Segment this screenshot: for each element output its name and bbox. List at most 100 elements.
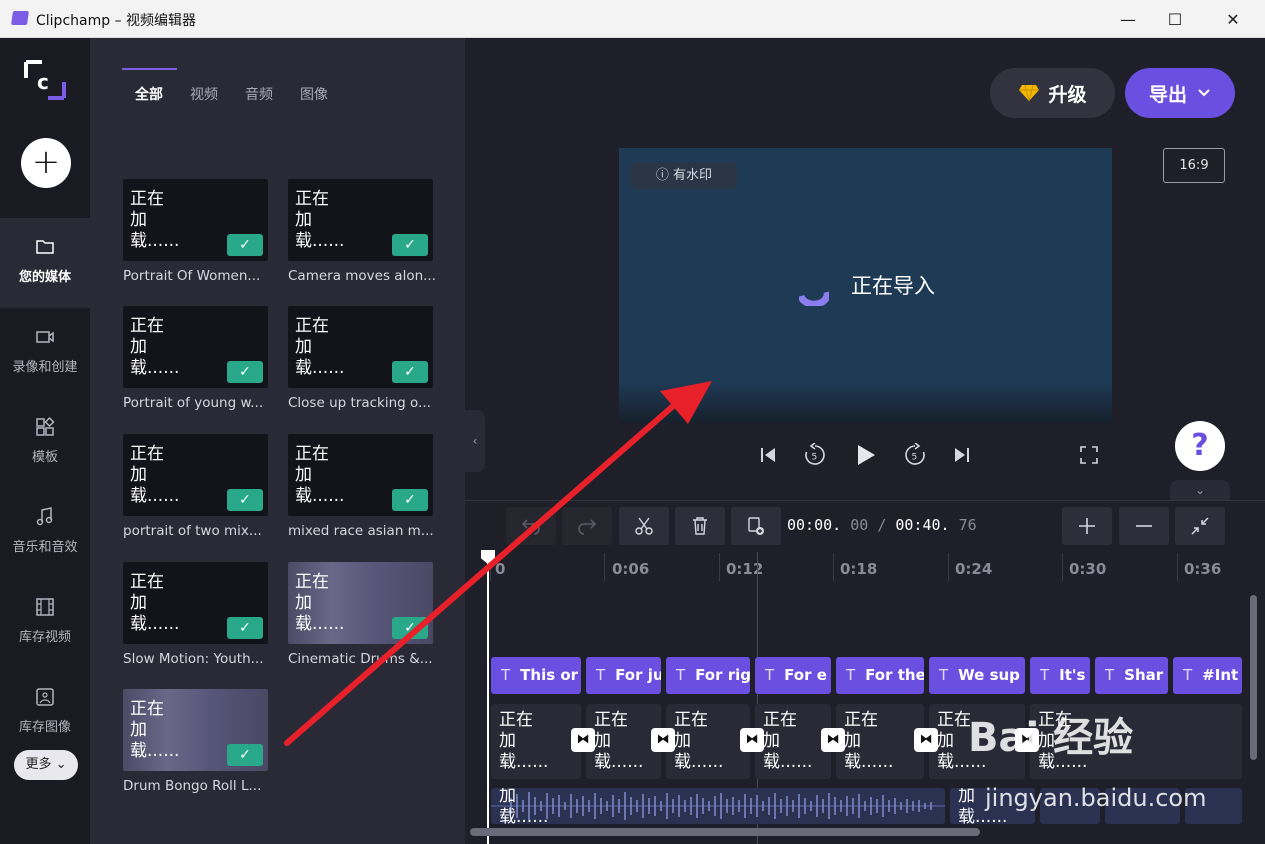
- media-thumbnail[interactable]: 正在 加 载...... ✓: [288, 179, 433, 261]
- rail-item-music[interactable]: 音乐和音效: [0, 488, 90, 578]
- delete-button[interactable]: [675, 507, 725, 545]
- svg-text:5: 5: [812, 453, 818, 463]
- tab-audio[interactable]: 音频: [245, 84, 273, 104]
- loading-text: 正在 加 载......: [130, 444, 180, 506]
- rail-item-stock-images[interactable]: 库存图像: [0, 668, 90, 758]
- timeline-horizontal-scrollbar[interactable]: [470, 828, 980, 836]
- play-button[interactable]: [851, 440, 881, 470]
- text-clip[interactable]: T For rig: [666, 657, 750, 694]
- tab-all[interactable]: 全部: [135, 84, 163, 104]
- text-clip-label: We sup: [958, 666, 1020, 684]
- waveform-icon: [491, 792, 945, 820]
- zoom-out-button[interactable]: [1119, 507, 1169, 545]
- forward-5-button[interactable]: 5: [900, 440, 930, 470]
- added-check-icon: ✓: [227, 361, 263, 383]
- undo-button[interactable]: [506, 507, 556, 545]
- collapse-preview-chevron-icon[interactable]: ⌄: [1170, 480, 1230, 500]
- media-thumbnail[interactable]: 正在 加 载...... ✓: [288, 306, 433, 388]
- rail-item-record-create[interactable]: 录像和创建: [0, 308, 90, 398]
- more-button[interactable]: 更多 ⌄: [14, 750, 78, 780]
- media-thumbnail[interactable]: 正在 加 载...... ✓: [123, 689, 268, 771]
- template-icon: [36, 416, 55, 436]
- rail-item-label: 录像和创建: [12, 360, 78, 375]
- ruler-tick: [719, 553, 720, 581]
- media-thumbnail[interactable]: 正在 加 载...... ✓: [123, 562, 268, 644]
- duplicate-button[interactable]: [731, 507, 781, 545]
- fullscreen-icon: [1080, 446, 1098, 464]
- rail-item-templates[interactable]: 模板: [0, 398, 90, 488]
- help-button[interactable]: ?: [1175, 421, 1225, 471]
- minimize-button[interactable]: —: [1105, 0, 1151, 38]
- maximize-button[interactable]: ☐: [1152, 0, 1198, 38]
- fullscreen-button[interactable]: [1074, 440, 1104, 470]
- chevron-down-icon: [1198, 89, 1210, 97]
- transition-icon[interactable]: ⧓: [821, 728, 845, 752]
- close-button[interactable]: ✕: [1210, 0, 1256, 38]
- added-check-icon: ✓: [227, 489, 263, 511]
- video-clip[interactable]: 正在 加 载......: [586, 704, 661, 779]
- transition-icon[interactable]: ⧓: [740, 728, 764, 752]
- video-preview[interactable]: ⓘ 有水印 正在导入: [619, 148, 1112, 423]
- transition-icon[interactable]: ⧓: [914, 728, 938, 752]
- video-clip[interactable]: 正在 加 载......: [836, 704, 924, 779]
- text-clip-label: It's: [1059, 666, 1086, 684]
- rail-item-label: 音乐和音效: [12, 540, 78, 555]
- video-clip[interactable]: 正在 加 载......: [755, 704, 831, 779]
- media-thumbnail[interactable]: 正在 加 载...... ✓: [123, 434, 268, 516]
- loading-text: 正在 加 载......: [295, 189, 345, 251]
- total-time: 00:40.: [895, 516, 950, 534]
- redo-button[interactable]: [562, 507, 612, 545]
- trash-icon: [693, 517, 707, 535]
- text-clip-label: For the: [865, 666, 924, 684]
- tab-images[interactable]: 图像: [300, 84, 328, 104]
- time-display: 00:00. 00 / 00:40. 76: [787, 516, 977, 534]
- fit-timeline-button[interactable]: [1175, 507, 1225, 545]
- media-label: Portrait of young w...: [123, 395, 264, 411]
- media-thumbnail[interactable]: 正在 加 载...... ✓: [288, 434, 433, 516]
- skip-to-end-button[interactable]: [947, 440, 977, 470]
- svg-text:c: c: [37, 70, 49, 94]
- text-clip-label: #Int: [1202, 666, 1239, 684]
- export-button[interactable]: 导出: [1125, 68, 1235, 118]
- text-clip[interactable]: T #Int: [1173, 657, 1242, 694]
- media-thumbnail[interactable]: 正在 加 载...... ✓: [123, 306, 268, 388]
- rail-item-stock-video[interactable]: 库存视频: [0, 578, 90, 668]
- timeline-vertical-scrollbar[interactable]: [1250, 595, 1257, 760]
- media-thumbnail[interactable]: 正在 加 载...... ✓: [123, 179, 268, 261]
- ruler-tick: [1177, 553, 1178, 581]
- ruler-tick: [1062, 553, 1063, 581]
- text-clip[interactable]: T Shar: [1095, 657, 1168, 694]
- upgrade-button[interactable]: 升级: [990, 68, 1115, 118]
- media-label: Cinematic Drums &...: [288, 651, 433, 667]
- split-button[interactable]: [619, 507, 669, 545]
- text-clip[interactable]: T It's: [1030, 657, 1090, 694]
- transition-icon[interactable]: ⧓: [571, 728, 595, 752]
- text-clip[interactable]: T For e: [755, 657, 831, 694]
- video-clip[interactable]: 正在 加 载......: [491, 704, 581, 779]
- title-bar: Clipchamp – 视频编辑器 — ☐ ✕: [0, 0, 1265, 38]
- text-clip[interactable]: T For ju: [586, 657, 661, 694]
- playhead[interactable]: [487, 552, 489, 844]
- text-clip[interactable]: T We sup: [929, 657, 1025, 694]
- loading-text: 正在 加 载......: [499, 710, 549, 772]
- clipchamp-logo-icon[interactable]: c: [22, 58, 68, 102]
- left-rail: c + 您的媒体 录像和创建 模板 音乐和音效 库存视频 库存图像 更多 ⌄: [0, 38, 90, 844]
- baidu-watermark: Bai 经验: [968, 715, 1134, 761]
- text-clip[interactable]: T This or: [491, 657, 581, 694]
- collapse-panel-handle[interactable]: ‹: [465, 410, 485, 472]
- skip-to-start-button[interactable]: [753, 440, 783, 470]
- media-thumbnail[interactable]: 正在 加 载...... ✓: [288, 562, 433, 644]
- zoom-in-button[interactable]: [1062, 507, 1112, 545]
- tab-video[interactable]: 视频: [190, 84, 218, 104]
- rewind-5-button[interactable]: 5: [800, 440, 830, 470]
- video-clip[interactable]: 正在 加 载......: [666, 704, 750, 779]
- transition-icon[interactable]: ⧓: [651, 728, 675, 752]
- rail-item-your-media[interactable]: 您的媒体: [0, 218, 90, 308]
- watermark-badge: ⓘ 有水印: [631, 162, 737, 189]
- rail-item-label: 模板: [31, 450, 58, 465]
- added-check-icon: ✓: [227, 744, 263, 766]
- add-media-button[interactable]: +: [21, 138, 71, 188]
- aspect-ratio-button[interactable]: 16:9: [1163, 148, 1225, 183]
- text-clip[interactable]: T For the: [836, 657, 924, 694]
- audio-clip[interactable]: 加 载......: [491, 788, 945, 824]
